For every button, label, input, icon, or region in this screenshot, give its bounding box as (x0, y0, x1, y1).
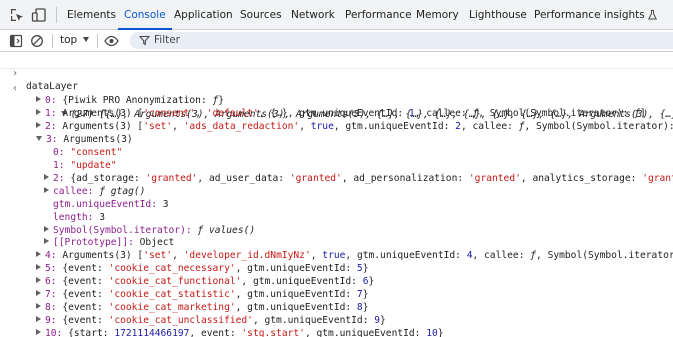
expand-triangle-icon[interactable] (44, 238, 49, 245)
inspect-element-icon[interactable] (9, 7, 25, 23)
tree-row-text: 7: {event: 'cookie_cat_statistic', gtm.u… (45, 289, 369, 301)
clear-console-icon[interactable] (30, 34, 44, 48)
tree-row[interactable]: [[Prototype]]: Object (44, 236, 174, 249)
tree-row[interactable]: 6: {event: 'cookie_cat_functional', gtm.… (36, 275, 374, 288)
tree-row[interactable]: 1: Arguments(3) ['consent', 'default', {… (36, 107, 646, 120)
tab-application[interactable]: Application (174, 0, 233, 29)
tree-row: 0: "consent" (44, 146, 122, 159)
tree-row-text: 2: Arguments(3) ['set', 'ads_data_redact… (45, 120, 673, 132)
expand-triangle-icon[interactable] (36, 303, 41, 310)
toolbar-divider (52, 34, 53, 48)
tree-row-text: 1: "update" (53, 159, 117, 171)
expand-triangle-icon[interactable] (36, 108, 41, 115)
tab-performance-insights[interactable]: Performance insights (534, 0, 657, 29)
tab-console[interactable]: Console (118, 0, 172, 30)
tree-row[interactable]: 5: {event: 'cookie_cat_necessary', gtm.u… (36, 262, 368, 275)
console-result-summary[interactable]: ‹ (27) [{…}, Arguments(3), Arguments(3),… (0, 69, 673, 120)
tree-row[interactable]: 2: {ad_storage: 'granted', ad_user_data:… (44, 172, 673, 185)
tree-row-text: 10: {start: 1721114466197, event: 'stg.s… (45, 328, 444, 337)
console-output: › dataLayer ‹ (27) [{…}, Arguments(3), A… (0, 52, 673, 337)
tree-row[interactable]: Symbol(Symbol.iterator): ƒ values() (44, 224, 255, 237)
filter-funnel-icon (139, 35, 150, 46)
expand-triangle-icon[interactable] (36, 277, 41, 284)
expand-triangle-icon[interactable] (44, 173, 49, 180)
tabbar-divider (56, 7, 57, 23)
tab-performance-insights-label: Performance insights (534, 9, 645, 21)
tree-row-text: 4: Arguments(3) ['set', 'developer_id.dN… (45, 250, 673, 262)
tree-row-text: 2: {ad_storage: 'granted', ad_user_data:… (53, 172, 673, 184)
context-selector[interactable]: top (60, 30, 90, 51)
tree-row-text: Symbol(Symbol.iterator): ƒ values() (53, 224, 256, 236)
expand-triangle-icon[interactable] (36, 329, 41, 336)
tree-row[interactable]: 10: {start: 1721114466197, event: 'stg.s… (36, 327, 444, 337)
expand-triangle-icon[interactable] (44, 186, 49, 193)
context-selector-label: top (60, 34, 78, 46)
tab-sources[interactable]: Sources (240, 0, 282, 29)
expand-triangle-icon[interactable] (36, 251, 41, 258)
tree-row: 1: "update" (44, 159, 117, 172)
tab-memory[interactable]: Memory (416, 0, 459, 29)
tree-row-text: length: 3 (53, 211, 105, 223)
devtools-tabbar: Elements Console Application Sources Net… (0, 0, 673, 30)
tree-row-text: 3: Arguments(3) (46, 133, 133, 145)
toolbar-divider (97, 34, 98, 48)
expand-triangle-icon[interactable] (36, 264, 41, 271)
filter-placeholder: Filter (154, 34, 181, 46)
tree-row-text: [[Prototype]]: Object (53, 237, 175, 249)
tree-row[interactable]: 4: Arguments(3) ['set', 'developer_id.dN… (36, 249, 673, 262)
dropdown-arrow-icon (83, 37, 90, 42)
tree-row-text: gtm.uniqueEventId: 3 (53, 198, 169, 210)
tab-performance[interactable]: Performance (345, 0, 412, 29)
device-toolbar-icon[interactable] (31, 7, 47, 23)
tab-lighthouse[interactable]: Lighthouse (469, 0, 527, 29)
tree-row-text: callee: ƒ gtag() (53, 185, 146, 197)
tree-row-text: 8: {event: 'cookie_cat_marketing', gtm.u… (45, 302, 369, 314)
tab-elements[interactable]: Elements (67, 0, 116, 29)
experiment-flask-icon (647, 10, 657, 20)
tree-row-text: 0: "consent" (53, 146, 123, 158)
expand-triangle-icon[interactable] (36, 96, 41, 102)
expand-triangle-icon[interactable] (36, 121, 41, 128)
tab-network[interactable]: Network (291, 0, 335, 29)
tree-row[interactable]: 9: {event: 'cookie_cat_unclassified', gt… (36, 314, 386, 327)
tree-row[interactable]: callee: ƒ gtag() (44, 185, 145, 198)
expand-triangle-icon[interactable] (44, 225, 49, 232)
tree-row[interactable]: 7: {event: 'cookie_cat_statistic', gtm.u… (36, 288, 368, 301)
expand-triangle-icon[interactable] (36, 316, 41, 323)
result-arrow-icon: ‹ (12, 83, 19, 94)
live-expression-eye-icon[interactable] (104, 34, 119, 48)
tree-row-text: 6: {event: 'cookie_cat_functional', gtm.… (45, 276, 375, 288)
sidebar-toggle-icon[interactable] (9, 34, 23, 48)
console-toolbar: top Filter (0, 30, 673, 52)
tree-row-text: 0: {Piwik PRO Anonymization: ƒ} (45, 95, 225, 106)
tree-row[interactable]: 0: {Piwik PRO Anonymization: ƒ} (36, 94, 224, 107)
tree-row[interactable]: 2: Arguments(3) ['set', 'ads_data_redact… (36, 120, 673, 133)
console-input-line: › dataLayer (0, 54, 673, 92)
tree-row-text: 1: Arguments(3) ['consent', 'default', {… (45, 107, 646, 119)
tree-row: gtm.uniqueEventId: 3 (44, 198, 169, 211)
tree-row-text: 9: {event: 'cookie_cat_unclassified', gt… (45, 315, 386, 327)
expand-triangle-icon[interactable] (36, 290, 41, 297)
collapse-triangle-icon[interactable] (36, 135, 42, 141)
filter-input[interactable]: Filter (130, 32, 673, 49)
tree-row[interactable]: 8: {event: 'cookie_cat_marketing', gtm.u… (36, 301, 368, 314)
tree-row-text: 5: {event: 'cookie_cat_necessary', gtm.u… (45, 263, 369, 275)
tree-row[interactable]: 3: Arguments(3) (36, 133, 133, 146)
tree-row: length: 3 (44, 211, 105, 224)
